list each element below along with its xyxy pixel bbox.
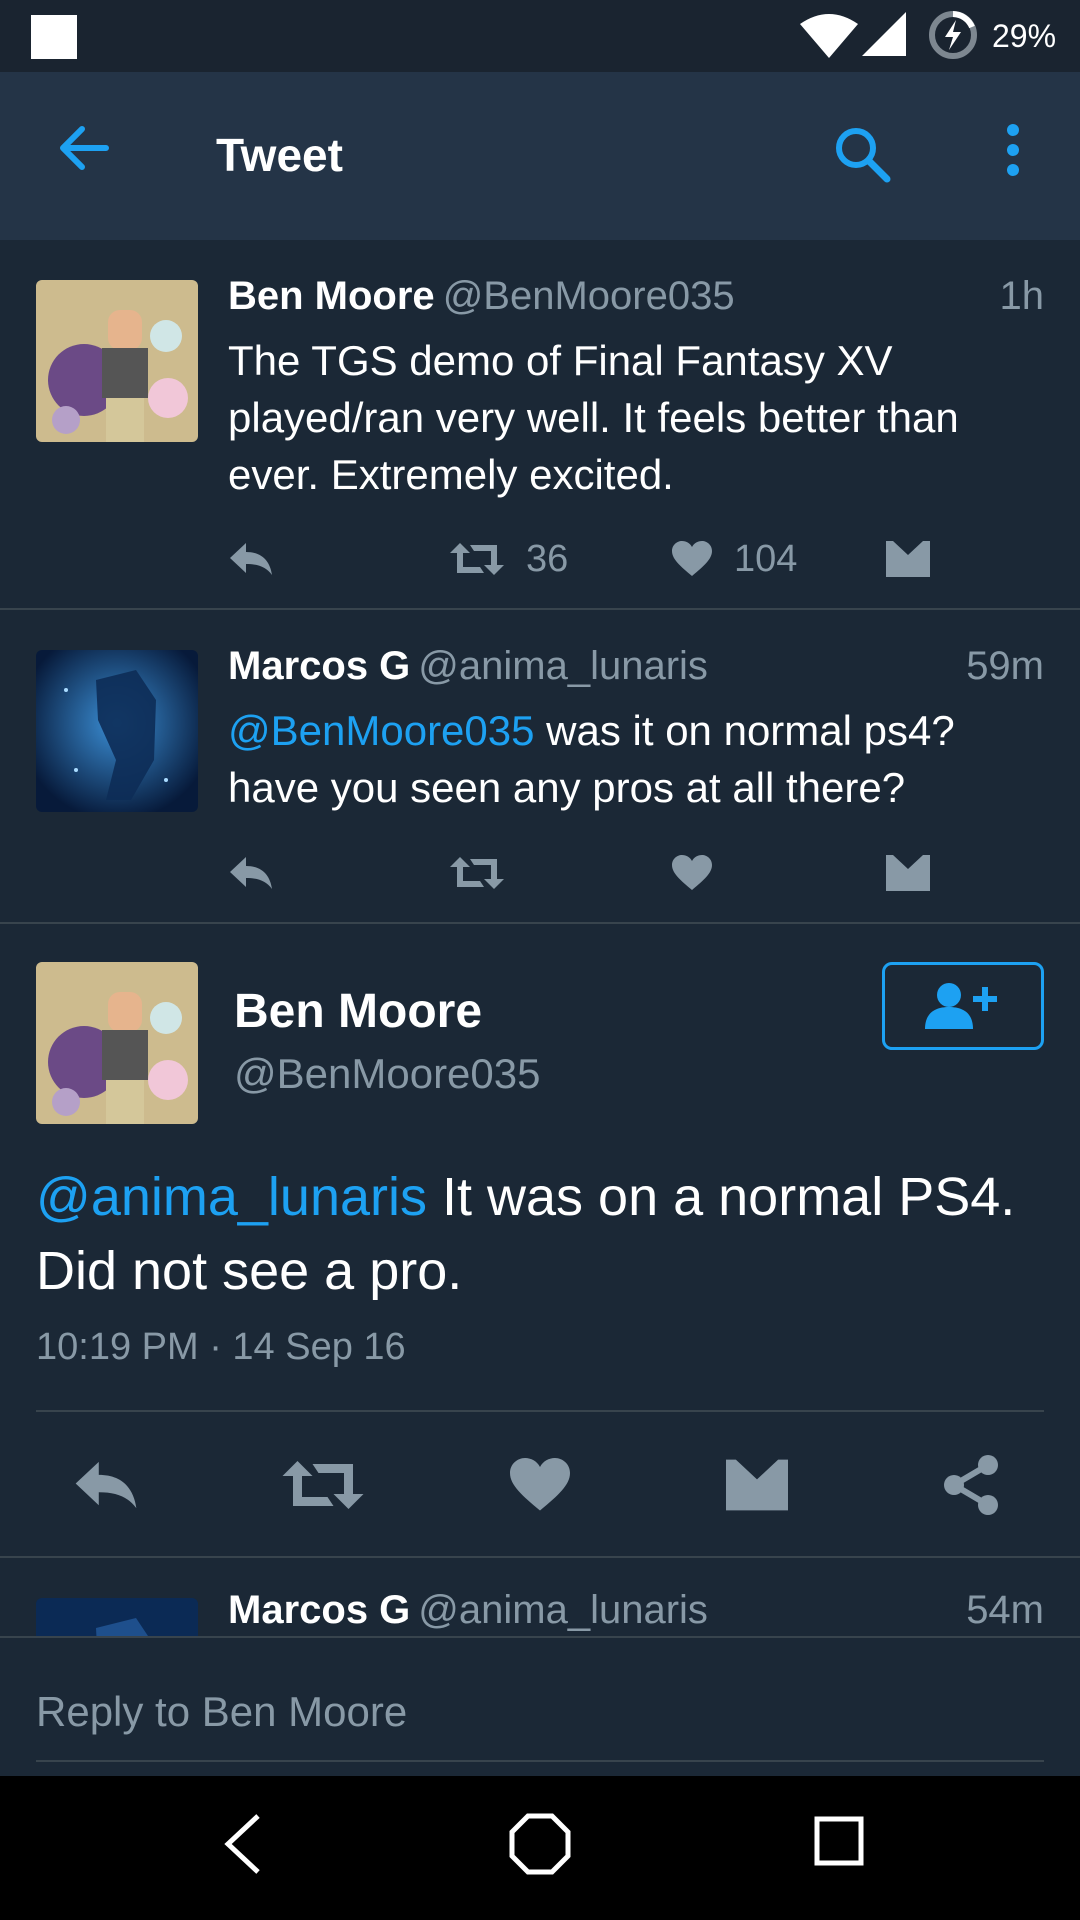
direct-message-button[interactable]	[726, 1452, 788, 1518]
wifi-icon	[800, 14, 858, 58]
author-handle: @anima_lunaris	[418, 1588, 708, 1632]
divider	[36, 1410, 1044, 1412]
mention-link[interactable]: @anima_lunaris	[36, 1167, 427, 1227]
reply-icon	[230, 543, 272, 575]
page-title: Tweet	[216, 129, 343, 181]
avatar[interactable]	[36, 1598, 198, 1636]
tweet-time: 54m	[966, 1588, 1044, 1632]
tweet-header: Ben Moore @BenMoore035 1h	[228, 274, 1044, 324]
avatar-image	[36, 962, 198, 1124]
reply-icon	[75, 1461, 137, 1509]
avatar-image	[36, 1598, 198, 1636]
tweet-item[interactable]: Marcos G @anima_lunaris 54m	[0, 1558, 1080, 1636]
like-button[interactable]	[510, 1452, 570, 1518]
like-button[interactable]: 104	[672, 534, 797, 584]
share-icon	[944, 1455, 998, 1515]
heart-icon	[510, 1458, 570, 1511]
heart-icon	[672, 855, 712, 890]
author-name[interactable]: Ben Moore	[228, 274, 435, 318]
tweet-timestamp: 10:19 PM · 14 Sep 16	[36, 1326, 406, 1368]
app-bar: Tweet	[0, 72, 1080, 240]
direct-message-button[interactable]	[886, 848, 930, 898]
direct-message-button[interactable]	[886, 534, 930, 584]
focused-tweet-actions	[0, 1452, 1080, 1518]
reply-button[interactable]	[72, 1452, 140, 1518]
author-handle: @BenMoore035	[442, 274, 735, 318]
reply-input[interactable]: Reply to Ben Moore	[36, 1688, 407, 1736]
retweet-icon	[282, 1461, 364, 1509]
search-icon[interactable]	[832, 124, 892, 184]
tweet-header: Marcos G @anima_lunaris 54m	[228, 1588, 1044, 1636]
heart-icon	[672, 541, 712, 576]
follow-button[interactable]	[882, 962, 1044, 1050]
avatar[interactable]	[36, 962, 198, 1124]
like-count: 104	[734, 537, 798, 580]
author-name[interactable]: Marcos G	[228, 1588, 410, 1632]
retweet-count: 36	[526, 537, 569, 580]
reply-input-underline	[36, 1760, 1044, 1762]
nav-home-icon[interactable]	[508, 1812, 572, 1876]
battery-percent: 29%	[992, 18, 1057, 54]
avatar[interactable]	[36, 650, 198, 812]
retweet-button[interactable]: 36	[450, 534, 568, 584]
author-name[interactable]: Ben Moore	[234, 984, 482, 1039]
retweet-button[interactable]	[450, 848, 504, 898]
cell-signal-icon	[862, 12, 906, 56]
retweet-icon	[450, 857, 504, 889]
tweet-actions: 36 104	[228, 534, 1048, 584]
tweet-actions	[228, 848, 1048, 898]
retweet-icon	[450, 543, 504, 575]
reply-bar: Reply to Ben Moore	[0, 1636, 1080, 1776]
reply-icon	[230, 857, 272, 889]
notification-square-icon	[31, 15, 77, 59]
reply-button[interactable]	[228, 534, 274, 584]
back-arrow-icon[interactable]	[56, 120, 112, 176]
tweet-text: The TGS demo of Final Fantasy XV played/…	[228, 337, 959, 498]
tweet-item[interactable]: Marcos G @anima_lunaris 59m @BenMoore035 …	[0, 610, 1080, 924]
avatar[interactable]	[36, 280, 198, 442]
author-handle: @BenMoore035	[234, 1050, 541, 1097]
avatar-image	[36, 650, 198, 812]
status-bar: 29%	[0, 0, 1080, 72]
tweet-text: @BenMoore035 was it on normal ps4? have …	[228, 702, 1048, 816]
more-vertical-icon[interactable]	[998, 122, 1028, 178]
system-nav-bar	[0, 1776, 1080, 1920]
nav-back-icon[interactable]	[218, 1812, 268, 1876]
tweet-item[interactable]: Ben Moore @BenMoore035 1h The TGS demo of…	[0, 240, 1080, 610]
like-button[interactable]	[672, 848, 712, 898]
mention-link[interactable]: @BenMoore035	[228, 707, 535, 754]
nav-recents-icon[interactable]	[814, 1816, 864, 1866]
share-button[interactable]	[942, 1452, 1000, 1518]
tweet-time: 59m	[966, 644, 1044, 688]
author-name[interactable]: Marcos G	[228, 644, 410, 688]
reply-button[interactable]	[228, 848, 274, 898]
add-user-icon	[925, 983, 997, 1029]
avatar-image	[36, 280, 198, 442]
envelope-icon	[886, 541, 930, 577]
envelope-icon	[726, 1459, 788, 1511]
tweet-header: Marcos G @anima_lunaris 59m	[228, 644, 1044, 694]
tweet-time: 1h	[999, 274, 1045, 318]
battery-charging-icon	[929, 11, 977, 59]
envelope-icon	[886, 855, 930, 891]
focused-tweet-text: @anima_lunaris It was on a normal PS4. D…	[36, 1160, 1046, 1308]
author-handle: @anima_lunaris	[418, 644, 708, 688]
retweet-button[interactable]	[282, 1452, 364, 1518]
